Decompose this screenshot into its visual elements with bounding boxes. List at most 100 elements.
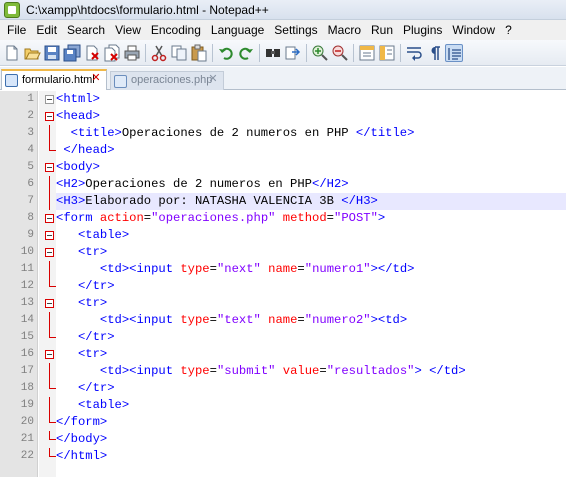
code-line[interactable]: 20 </form> [21,414,566,431]
code-line[interactable]: 18 </tr> [21,380,566,397]
sync-horizontal-scroll-icon[interactable] [378,44,396,62]
indent-guide-icon[interactable] [445,43,463,62]
menu-encoding[interactable]: Encoding [146,21,206,39]
fold-toggle-icon[interactable] [45,95,54,104]
open-file-icon[interactable] [23,44,41,62]
menu-file[interactable]: File [2,21,31,39]
close-tab-icon[interactable]: ✕ [90,73,102,85]
fold-toggle-icon[interactable] [45,231,54,240]
code-line[interactable]: 15 </tr> [21,329,566,346]
code-area[interactable]: 1 <html> 2 <head> 3 <title>Operaciones de 2 … [21,91,566,465]
fold-line-marker [49,312,50,329]
code-token-tag: <H3> [56,194,86,208]
code-token-tag: </tr> [77,381,115,395]
paste-icon[interactable] [190,44,208,62]
code-line[interactable]: 10 <tr> [21,244,566,261]
menu-view[interactable]: View [110,21,146,39]
new-file-icon[interactable] [3,44,21,62]
code-token-txt: Operaciones de 2 numeros en PHP [85,177,312,191]
code-token-tag: <body> [56,160,100,174]
code-token-txt: = [209,364,217,378]
code-editor[interactable]: 1 <html> 2 <head> 3 <title>Operaciones de 2 … [0,91,566,477]
window-title: C:\xampp\htdocs\formulario.html - Notepa… [26,3,269,17]
close-tab-icon[interactable]: ✕ [207,74,219,86]
menu-plugins[interactable]: Plugins [398,21,447,39]
code-line[interactable]: 19 <table> [21,397,566,414]
code-line[interactable]: 4 </head> [27,142,566,159]
code-token-tag: </title> [355,126,415,140]
code-token-tag: </tr> [77,279,115,293]
line-number: 17 [20,365,34,377]
menu-help[interactable]: ? [500,23,517,37]
menu-settings[interactable]: Settings [269,21,322,39]
code-line[interactable]: 14 <td><input type="text" name="numero2"… [21,312,566,329]
code-token-txt: = [297,313,305,327]
close-all-icon[interactable] [103,44,121,62]
code-token-tag: ></td> [370,262,415,276]
line-number: 13 [20,297,34,309]
code-token-tag: <tr> [77,347,108,361]
close-file-icon[interactable] [83,44,101,62]
menu-edit[interactable]: Edit [31,21,62,39]
code-line[interactable]: 2 <head> [27,108,566,125]
code-token-txt: = [297,262,305,276]
fold-end-marker [49,448,56,457]
line-number: 4 [27,144,34,156]
menu-language[interactable]: Language [206,21,269,39]
code-line[interactable]: 21 </body> [21,431,566,448]
sync-vertical-scroll-icon[interactable] [358,44,376,62]
menu-macro[interactable]: Macro [323,21,366,39]
code-line[interactable]: 11 <td><input type="next" name="numero1"… [21,261,566,278]
code-line[interactable]: 22 </html> [21,448,566,465]
code-line[interactable]: 13 <tr> [21,295,566,312]
zoom-out-icon[interactable] [331,44,349,62]
line-number: 12 [20,280,34,292]
fold-toggle-icon[interactable] [45,163,54,172]
tab-formulario-html[interactable]: formulario.html ✕ [1,69,107,90]
zoom-in-icon[interactable] [311,44,329,62]
menu-window[interactable]: Window [447,21,500,39]
redo-icon[interactable] [237,44,255,62]
code-line[interactable]: 1 <html> [27,91,566,108]
fold-toggle-icon[interactable] [45,214,54,223]
code-token-tag: <td><input [99,262,181,276]
code-token-tag: <table> [77,398,130,412]
tab-operaciones-php[interactable]: operaciones.php ✕ [110,71,224,90]
code-line[interactable]: 17 <td><input type="submit" value="resul… [21,363,566,380]
code-token-txt: Elaborado por: NATASHA VALENCIA 3B [85,194,342,208]
fold-toggle-icon[interactable] [45,248,54,257]
replace-icon[interactable] [284,44,302,62]
fold-toggle-icon[interactable] [45,299,54,308]
show-all-characters-icon[interactable] [425,44,443,62]
fold-toggle-icon[interactable] [45,350,54,359]
menu-run[interactable]: Run [366,21,398,39]
print-icon[interactable] [123,44,141,62]
save-all-icon[interactable] [63,44,81,62]
code-line[interactable]: 6 <H2>Operaciones de 2 numeros en PHP</H2… [27,176,566,193]
code-token-tag: <title> [70,126,122,140]
find-icon[interactable] [264,44,282,62]
code-line[interactable]: 16 <tr> [21,346,566,363]
line-number: 7 [27,195,34,207]
code-token-tag: <tr> [77,296,108,310]
fold-toggle-icon[interactable] [45,112,54,121]
cut-icon[interactable] [150,44,168,62]
code-line[interactable]: 8 <form action="operaciones.php" method="… [27,210,566,227]
copy-icon[interactable] [170,44,188,62]
save-icon[interactable] [43,44,61,62]
fold-end-marker [49,142,56,151]
code-line[interactable]: 3 <title>Operaciones de 2 numeros en PHP… [27,125,566,142]
code-token-val: "operaciones.php" [151,211,276,225]
code-line[interactable]: 9 <table> [27,227,566,244]
line-number: 18 [20,382,34,394]
line-number: 19 [20,399,34,411]
code-line[interactable]: 12 </tr> [21,278,566,295]
title-bar: C:\xampp\htdocs\formulario.html - Notepa… [0,0,566,20]
code-line[interactable]: 5 <body> [27,159,566,176]
toolbar-separator [353,43,354,62]
menu-search[interactable]: Search [62,21,110,39]
line-number: 20 [20,416,34,428]
word-wrap-icon[interactable] [405,44,423,62]
undo-icon[interactable] [217,44,235,62]
code-line[interactable]: 7 <H3>Elaborado por: NATASHA VALENCIA 3B … [27,193,566,210]
